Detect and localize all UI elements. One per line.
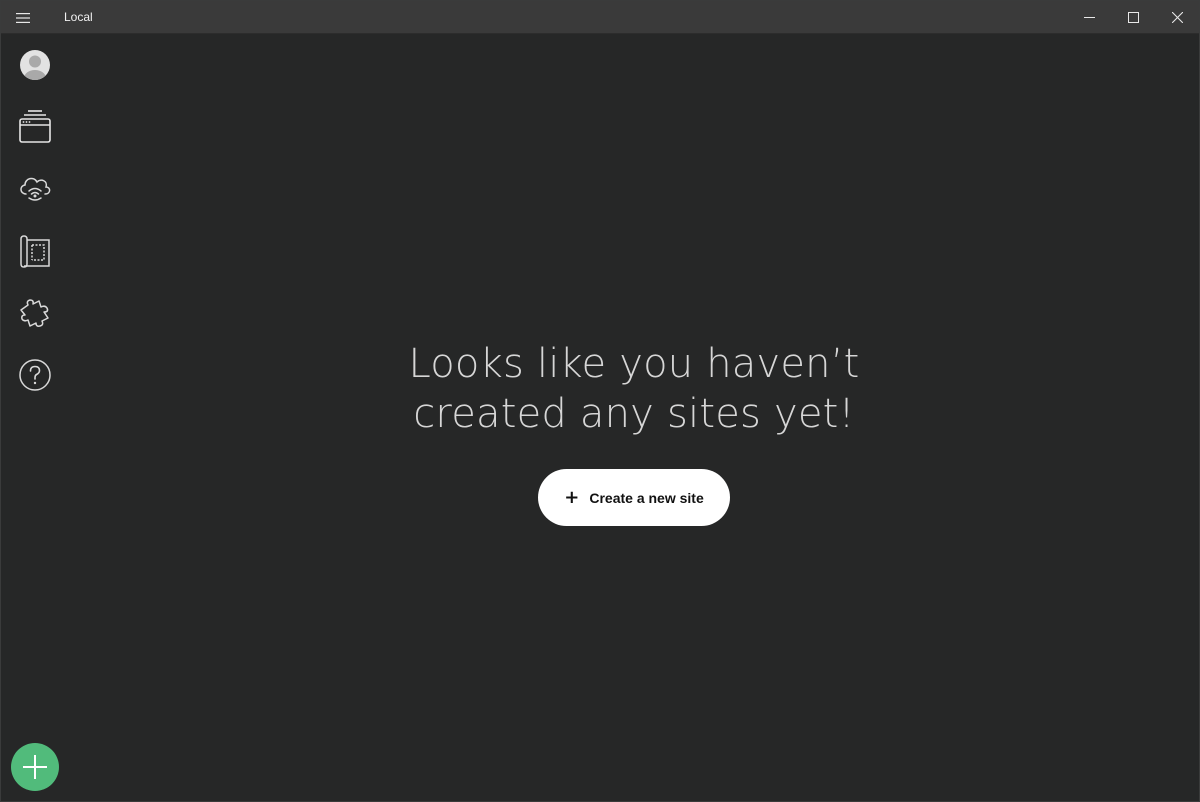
close-icon xyxy=(1171,12,1183,23)
headline-line-1: Looks like you haven’t xyxy=(408,341,860,387)
blueprint-icon xyxy=(20,235,50,268)
sidebar-item-help[interactable] xyxy=(13,353,57,397)
headline-line-2: created any sites yet! xyxy=(413,391,855,437)
sidebar-item-sites[interactable] xyxy=(13,105,57,149)
sidebar-item-addons[interactable] xyxy=(13,291,57,335)
sidebar xyxy=(1,35,69,801)
create-new-site-label: Create a new site xyxy=(589,489,704,506)
sidebar-item-account[interactable] xyxy=(13,43,57,87)
help-icon xyxy=(19,359,51,391)
empty-state: Looks like you haven’t created any sites… xyxy=(69,35,1199,801)
hamburger-icon xyxy=(16,13,30,23)
add-site-fab-button[interactable] xyxy=(11,743,59,791)
title-bar: Local xyxy=(1,1,1199,34)
sidebar-item-connect[interactable] xyxy=(13,167,57,211)
maximize-icon xyxy=(1127,12,1139,23)
close-button[interactable] xyxy=(1155,1,1199,34)
user-avatar-icon xyxy=(20,50,50,80)
local-sites-icon xyxy=(19,110,51,143)
maximize-button[interactable] xyxy=(1111,1,1155,34)
empty-state-headline: Looks like you haven’t created any sites… xyxy=(69,339,1199,439)
puzzle-icon xyxy=(20,299,49,327)
plus-icon xyxy=(23,755,47,779)
window-title: Local xyxy=(64,10,93,24)
plus-icon: + xyxy=(564,486,580,508)
sidebar-item-blueprints[interactable] xyxy=(13,229,57,273)
minimize-button[interactable] xyxy=(1067,1,1111,34)
cloud-connect-icon xyxy=(20,177,51,201)
hamburger-menu-button[interactable] xyxy=(9,5,37,31)
app-window: Local Looks like you haven’t created any… xyxy=(0,0,1200,802)
create-new-site-button[interactable]: + Create a new site xyxy=(538,469,730,526)
minimize-icon xyxy=(1083,17,1095,18)
